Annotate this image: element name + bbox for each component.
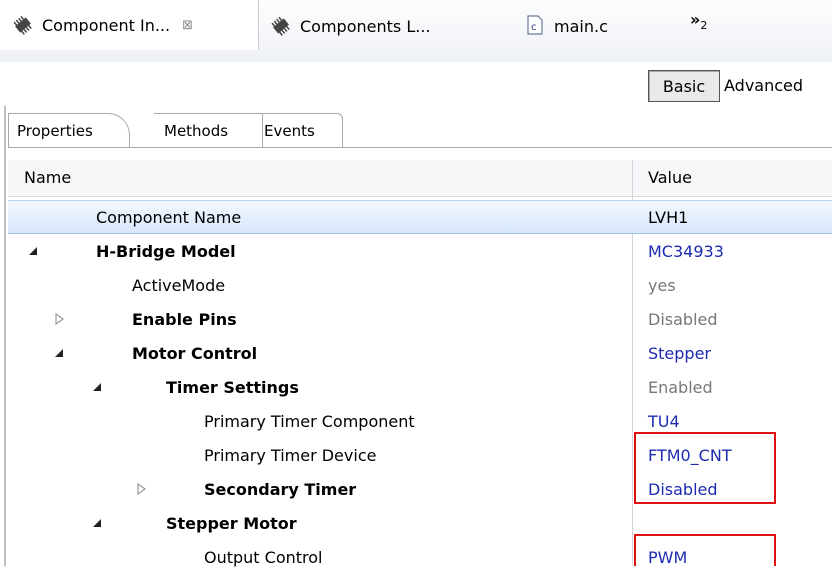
- component-icon: [270, 15, 292, 37]
- property-name: Stepper Motor: [166, 514, 297, 533]
- tab-component-inspector[interactable]: Component In... ⊠: [0, 0, 259, 50]
- collapsed-triangle-icon[interactable]: [134, 482, 148, 496]
- property-name: Output Control: [204, 548, 323, 567]
- property-name: H-Bridge Model: [96, 242, 236, 261]
- close-icon[interactable]: ⊠: [182, 18, 193, 33]
- tab-events[interactable]: Events: [256, 113, 343, 148]
- expanded-triangle-icon[interactable]: [52, 346, 66, 360]
- table-row[interactable]: H-Bridge Model MC34933: [8, 235, 832, 269]
- c-file-icon: c: [526, 15, 548, 37]
- property-name: Primary Timer Component: [204, 412, 415, 431]
- table-row[interactable]: Enable Pins Disabled: [8, 303, 832, 337]
- property-name: Component Name: [96, 208, 242, 227]
- hidden-tab-count: 2: [700, 19, 708, 33]
- tab-label: main.c: [554, 16, 608, 36]
- property-value[interactable]: Stepper: [648, 344, 711, 363]
- advanced-view-button[interactable]: Advanced: [724, 70, 824, 100]
- property-name: Timer Settings: [166, 378, 299, 397]
- tab-components-library[interactable]: Components L...: [264, 6, 430, 46]
- expanded-triangle-icon[interactable]: [26, 244, 40, 258]
- table-row[interactable]: Timer Settings Enabled: [8, 371, 832, 405]
- table-row[interactable]: Motor Control Stepper: [8, 337, 832, 371]
- chevron-icon: »: [690, 10, 701, 29]
- expanded-triangle-icon[interactable]: [90, 516, 104, 530]
- property-name: Enable Pins: [132, 310, 237, 329]
- property-name: Motor Control: [132, 344, 258, 363]
- highlight-box: [634, 432, 776, 504]
- table-header: Name Value: [8, 160, 832, 197]
- highlight-box: [634, 534, 776, 566]
- tab-label: Components L...: [300, 16, 431, 36]
- column-header-name[interactable]: Name: [24, 168, 71, 187]
- property-name: ActiveMode: [132, 276, 226, 295]
- property-value[interactable]: TU4: [648, 412, 680, 431]
- column-header-value[interactable]: Value: [648, 168, 692, 187]
- tab-label: Component In...: [42, 15, 171, 35]
- expanded-triangle-icon[interactable]: [90, 380, 104, 394]
- svg-text:c: c: [531, 22, 537, 33]
- property-name: Primary Timer Device: [204, 446, 377, 465]
- property-value[interactable]: yes: [648, 276, 676, 295]
- property-name: Secondary Timer: [204, 480, 357, 499]
- property-value[interactable]: Disabled: [648, 310, 718, 329]
- property-value[interactable]: MC34933: [648, 242, 724, 261]
- divider: [8, 147, 832, 148]
- basic-view-button[interactable]: Basic: [648, 70, 720, 102]
- tab-main-c[interactable]: c main.c: [526, 6, 608, 46]
- property-value[interactable]: LVH1: [648, 208, 688, 227]
- component-icon: [12, 14, 34, 36]
- more-tabs-chevron[interactable]: »2: [690, 10, 707, 32]
- editor-tab-bar: Component In... ⊠ Components L... c main…: [0, 0, 832, 62]
- collapsed-triangle-icon[interactable]: [52, 312, 66, 326]
- property-value[interactable]: Enabled: [648, 378, 713, 397]
- tab-methods[interactable]: Methods: [154, 113, 263, 148]
- table-row[interactable]: Component Name LVH1: [8, 200, 832, 234]
- panel-border: [4, 106, 6, 566]
- tab-properties[interactable]: Properties: [8, 113, 130, 148]
- table-row[interactable]: ActiveMode yes: [8, 269, 832, 303]
